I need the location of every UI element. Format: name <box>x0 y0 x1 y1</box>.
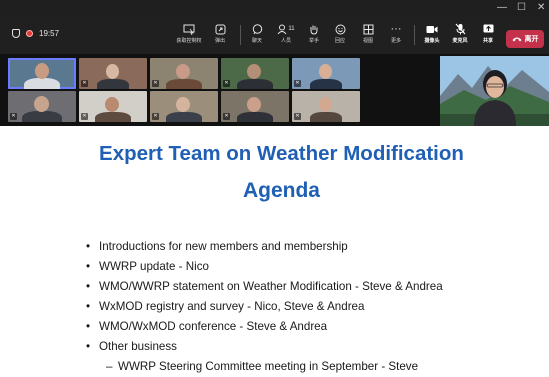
participant-video-tile[interactable]: ✕ <box>8 91 76 122</box>
recording-icon <box>26 30 33 37</box>
participant-video-tile[interactable]: ✕ <box>221 58 289 89</box>
presentation-left-margin <box>0 126 14 359</box>
phone-hangup-icon <box>512 37 521 42</box>
agenda-item: WMO/WWRP statement on Weather Modificati… <box>86 277 443 297</box>
mic-muted-icon: ✕ <box>294 80 301 87</box>
agenda-item: Introductions for new members and member… <box>86 237 443 257</box>
agenda-item: WMO/WxMOD conference - Steve & Andrea <box>86 317 443 337</box>
shared-presentation-slide: Expert Team on Weather Modification Agen… <box>14 126 549 377</box>
mic-muted-icon: ✕ <box>294 113 301 120</box>
mic-muted-icon: ✕ <box>152 113 159 120</box>
agenda-item: WxMOD registry and survey - Nico, Steve … <box>86 297 443 317</box>
minimize-icon[interactable]: — <box>497 2 507 14</box>
share-icon <box>473 21 503 37</box>
meeting-toolbar: 19:57 获取控制权 弹出 聊天 11 人员 举手 回应 视图 ··· 更多 … <box>0 16 549 54</box>
reactions-icon <box>325 21 355 37</box>
active-speaker-video[interactable] <box>440 56 549 126</box>
slide-subtitle: Agenda <box>242 179 320 202</box>
more-icon: ··· <box>390 23 402 35</box>
toolbar-divider <box>240 25 241 45</box>
view-button[interactable]: 视图 <box>353 21 383 45</box>
participant-video-tile[interactable]: ✕ <box>79 91 147 122</box>
agenda-item: Other business <box>86 337 443 357</box>
agenda-list: Introductions for new members and member… <box>86 237 443 377</box>
participant-video-tile[interactable]: ✕ <box>150 58 218 89</box>
window-title-bar: — ☐ ✕ <box>0 0 549 16</box>
camera-icon <box>417 21 447 37</box>
mic-muted-icon: ✕ <box>223 80 230 87</box>
pop-out-icon <box>205 21 235 37</box>
share-button[interactable]: 共享 <box>473 21 503 45</box>
microphone-button[interactable]: 麦克风 <box>445 21 475 45</box>
take-control-button[interactable]: 获取控制权 <box>174 21 204 45</box>
close-icon[interactable]: ✕ <box>537 2 545 14</box>
chat-icon <box>242 21 272 37</box>
participant-video-tile[interactable]: ✕ <box>150 91 218 122</box>
participant-video-tile[interactable] <box>8 58 76 89</box>
mic-muted-icon: ✕ <box>152 80 159 87</box>
meeting-timer: 19:57 <box>39 29 60 38</box>
participant-video-tile[interactable]: ✕ <box>221 91 289 122</box>
agenda-subitem: WWRP Steering Committee meeting in Septe… <box>86 357 443 377</box>
mic-muted-icon: ✕ <box>10 113 17 120</box>
toolbar-divider <box>414 25 415 45</box>
more-button[interactable]: ··· 更多 <box>381 21 411 45</box>
chat-button[interactable]: 聊天 <box>242 21 272 45</box>
people-button[interactable]: 11 人员 <box>271 21 301 45</box>
agenda-item: WWRP update - Nico <box>86 257 443 277</box>
maximize-icon[interactable]: ☐ <box>517 2 526 14</box>
meeting-status: 19:57 <box>12 29 59 38</box>
shield-icon <box>12 29 20 38</box>
leave-meeting-button[interactable]: 离开 <box>506 30 544 48</box>
pop-out-button[interactable]: 弹出 <box>205 21 235 45</box>
screen-share-control-icon <box>174 21 204 37</box>
reactions-button[interactable]: 回应 <box>325 21 355 45</box>
mic-muted-icon: ✕ <box>81 113 88 120</box>
participant-count: 11 <box>288 26 295 32</box>
people-icon: 11 <box>271 21 301 37</box>
participant-video-tile[interactable]: ✕ <box>292 91 360 122</box>
speaker-background-image <box>440 56 549 126</box>
slide-title: Expert Team on Weather Modification <box>99 142 464 165</box>
mic-muted-icon <box>445 21 475 37</box>
mic-muted-icon: ✕ <box>81 80 88 87</box>
view-icon <box>353 21 383 37</box>
participant-video-tile[interactable]: ✕ <box>79 58 147 89</box>
participant-video-tile[interactable]: ✕ <box>292 58 360 89</box>
camera-button[interactable]: 摄像头 <box>417 21 447 45</box>
mic-muted-icon: ✕ <box>223 113 230 120</box>
